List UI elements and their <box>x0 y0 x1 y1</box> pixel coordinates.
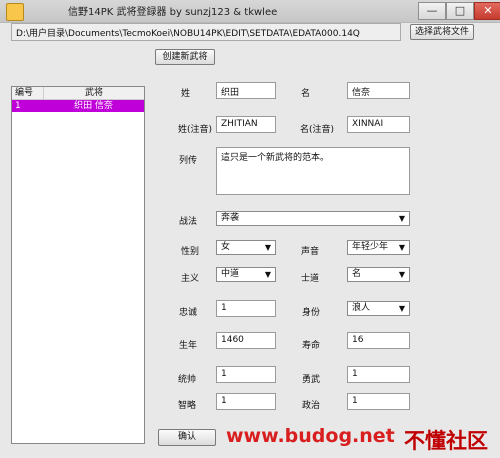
chevron-down-icon: ▼ <box>398 214 405 223</box>
confirm-button[interactable]: 确认 <box>158 429 216 446</box>
given-name-field[interactable]: 信奈 <box>347 82 410 99</box>
command-field[interactable]: 1 <box>216 366 276 383</box>
bushido-value: 名 <box>352 269 362 279</box>
command-label: 统帅 <box>178 375 197 385</box>
birth-year-field[interactable]: 1460 <box>216 332 276 349</box>
list-item-id: 1 <box>15 101 21 111</box>
file-path-field[interactable]: D:\用户目录\Documents\TecmoKoei\NOBU14PK\EDI… <box>11 23 401 41</box>
rank-value: 浪人 <box>352 303 371 313</box>
list-item[interactable]: 1 织田 信奈 <box>12 100 144 112</box>
rank-select[interactable]: 浪人 ▼ <box>347 301 410 316</box>
close-button[interactable]: ✕ <box>474 2 500 20</box>
family-name-field[interactable]: 织田 <box>216 82 276 99</box>
voice-select[interactable]: 年轻少年 ▼ <box>347 240 410 255</box>
lifespan-field[interactable]: 16 <box>347 332 410 349</box>
family-reading-field[interactable]: ZHITIAN <box>216 116 276 133</box>
list-item-name: 织田 信奈 <box>74 101 113 111</box>
lifespan-label: 寿命 <box>302 341 321 351</box>
gender-value: 女 <box>221 242 231 252</box>
title-bar: 信野14PK 武将登録器 by sunzj123 & tkwlee — □ ✕ <box>0 0 500 23</box>
loyalty-label: 忠诚 <box>179 308 198 318</box>
chevron-down-icon: ▼ <box>398 270 405 279</box>
valor-field[interactable]: 1 <box>347 366 410 383</box>
ideology-label: 主义 <box>181 274 200 284</box>
loyalty-field[interactable]: 1 <box>216 300 276 317</box>
family-reading-label: 姓(注音) <box>178 125 213 135</box>
gender-select[interactable]: 女 ▼ <box>216 240 276 255</box>
choose-file-button[interactable]: 选择武将文件 <box>410 24 474 40</box>
bushido-label: 士道 <box>301 274 320 284</box>
ideology-select[interactable]: 中道 ▼ <box>216 267 276 282</box>
birth-year-label: 生年 <box>179 341 198 351</box>
biography-textarea[interactable]: 這只是一个新武将的范本。 <box>216 147 410 195</box>
watermark: www.budog.net 不懂社区 <box>226 425 496 453</box>
column-id-header: 编号 <box>15 88 34 98</box>
tactic-value: 奔袭 <box>221 213 240 223</box>
given-reading-field[interactable]: XINNAI <box>347 116 410 133</box>
chevron-down-icon: ▼ <box>398 304 405 313</box>
window-title: 信野14PK 武将登録器 by sunzj123 & tkwlee <box>68 7 278 18</box>
politics-field[interactable]: 1 <box>347 393 410 410</box>
given-reading-label: 名(注音) <box>300 125 335 135</box>
watermark-site: www.budog.net <box>226 425 395 447</box>
voice-value: 年轻少年 <box>352 242 389 252</box>
list-header: 编号 武将 <box>12 87 144 100</box>
given-name-label: 名 <box>301 89 311 99</box>
rank-label: 身份 <box>302 308 321 318</box>
voice-label: 声音 <box>301 247 320 257</box>
gender-label: 性别 <box>181 247 200 257</box>
biography-label: 列传 <box>179 156 198 166</box>
chevron-down-icon: ▼ <box>398 243 405 252</box>
ideology-value: 中道 <box>221 269 240 279</box>
intellect-field[interactable]: 1 <box>216 393 276 410</box>
tactic-select[interactable]: 奔袭 ▼ <box>216 211 410 226</box>
minimize-button[interactable]: — <box>418 2 446 20</box>
app-icon <box>6 3 24 21</box>
chevron-down-icon: ▼ <box>264 270 271 279</box>
politics-label: 政治 <box>302 401 321 411</box>
create-general-button[interactable]: 创建新武将 <box>155 49 215 65</box>
column-name-header: 武将 <box>43 87 144 99</box>
general-list[interactable]: 编号 武将 1 织田 信奈 <box>11 86 145 444</box>
family-name-label: 姓 <box>181 89 191 99</box>
watermark-brand: 不懂社区 <box>404 429 488 453</box>
maximize-button[interactable]: □ <box>446 2 474 20</box>
valor-label: 勇武 <box>302 375 321 385</box>
bushido-select[interactable]: 名 ▼ <box>347 267 410 282</box>
intellect-label: 智略 <box>178 401 197 411</box>
tactic-label: 战法 <box>179 217 198 227</box>
chevron-down-icon: ▼ <box>264 243 271 252</box>
